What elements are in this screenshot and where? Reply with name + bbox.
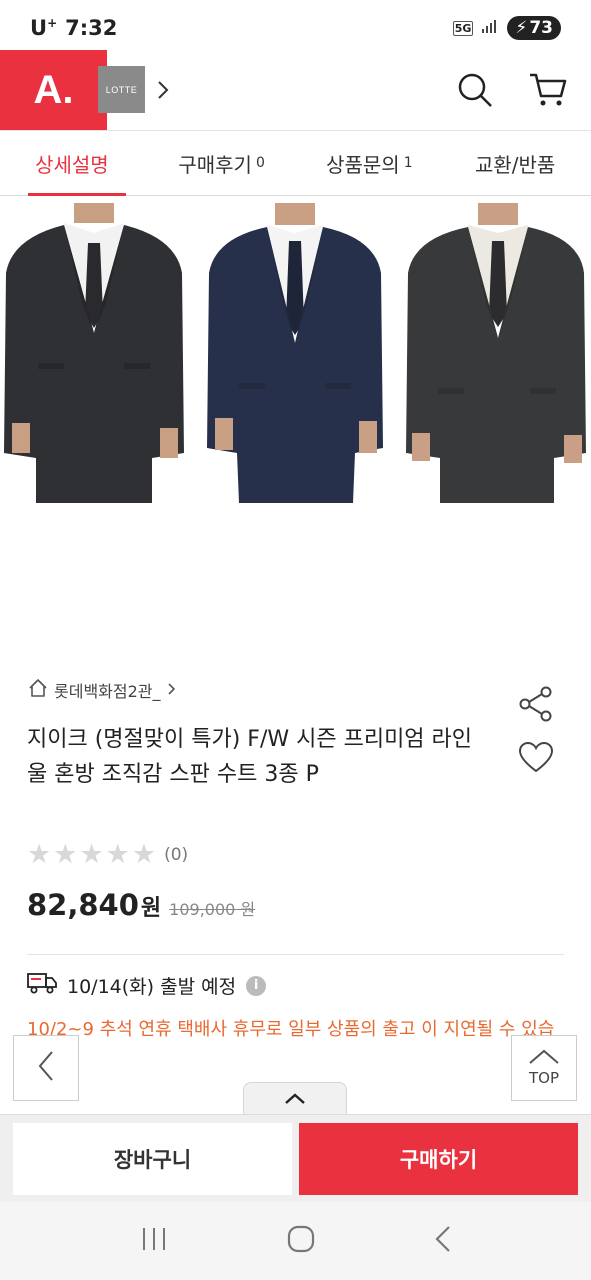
heart-icon[interactable] bbox=[518, 741, 554, 778]
status-bar: U+ 7:32 5G ⚡ 73 bbox=[0, 0, 591, 56]
carrier-label: U+ bbox=[30, 16, 58, 40]
chevron-right-icon bbox=[153, 80, 173, 100]
app-logo[interactable]: A. bbox=[0, 50, 107, 130]
home-icon bbox=[28, 678, 48, 702]
tab-description[interactable]: 상세설명 bbox=[0, 131, 148, 196]
shop-link[interactable]: 롯데백화점2관_ bbox=[28, 678, 177, 702]
purchase-bar: 장바구니 구매하기 bbox=[0, 1114, 591, 1202]
back-nav-icon[interactable] bbox=[434, 1225, 452, 1257]
suit-image-navy bbox=[203, 203, 388, 503]
product-title: 지이크 (명절맞이 특가) F/W 시즌 프리미엄 라인 울 혼방 조직감 스판… bbox=[27, 727, 473, 787]
rating-count: (0) bbox=[164, 845, 189, 865]
chevron-right-icon bbox=[167, 681, 177, 700]
chevron-left-icon bbox=[37, 1050, 55, 1086]
star-icon: ★ bbox=[79, 839, 104, 870]
recent-apps-icon[interactable] bbox=[140, 1226, 168, 1256]
search-icon[interactable] bbox=[457, 72, 493, 112]
original-price: 109,000 원 bbox=[169, 900, 256, 919]
brand-logo: LOTTE bbox=[98, 66, 145, 113]
truck-icon bbox=[27, 972, 57, 999]
scroll-top-button[interactable]: TOP bbox=[511, 1035, 577, 1101]
tab-inquiries[interactable]: 상품문의 1 bbox=[296, 131, 444, 195]
clock: 7:32 bbox=[65, 16, 118, 40]
price-unit: 원 bbox=[140, 896, 162, 921]
system-nav-bar bbox=[0, 1202, 591, 1280]
product-page: U+ 7:32 5G ⚡ 73 A. LOTTE 상세설명 구매후기 0 상품문… bbox=[0, 0, 591, 1280]
add-to-cart-button[interactable]: 장바구니 bbox=[13, 1123, 292, 1195]
app-header: A. LOTTE bbox=[0, 50, 591, 130]
star-icon: ★ bbox=[53, 839, 78, 870]
divider bbox=[27, 954, 564, 955]
chevron-up-icon bbox=[284, 1090, 306, 1109]
star-icon: ★ bbox=[27, 839, 52, 870]
holiday-notice: 10/2~9 추석 연휴 택배사 휴무로 일부 상품의 출고 이 지연될 수 있… bbox=[27, 1019, 555, 1072]
product-tabs: 상세설명 구매후기 0 상품문의 1 교환/반품 bbox=[0, 130, 591, 196]
tab-reviews[interactable]: 구매후기 0 bbox=[148, 131, 296, 195]
back-button[interactable] bbox=[13, 1035, 79, 1101]
product-image[interactable] bbox=[0, 203, 591, 503]
sale-price: 82,840 bbox=[27, 888, 139, 922]
star-icon: ★ bbox=[131, 839, 157, 870]
rating[interactable]: ★ ★ ★ ★ ★ (0) bbox=[27, 840, 188, 870]
top-label: TOP bbox=[528, 1069, 559, 1087]
brand-link[interactable]: LOTTE bbox=[98, 66, 173, 113]
suit-image-grey bbox=[404, 203, 589, 503]
signal-icon bbox=[481, 18, 499, 38]
info-icon[interactable]: i bbox=[246, 975, 267, 996]
suit-image-charcoal bbox=[2, 203, 187, 503]
tab-exchange-return[interactable]: 교환/반품 bbox=[443, 131, 591, 195]
star-icon: ★ bbox=[105, 839, 130, 870]
buy-now-button[interactable]: 구매하기 bbox=[299, 1123, 578, 1195]
shipping-info: 10/14(화) 출발 예정 i bbox=[27, 972, 267, 999]
shop-name: 롯데백화점2관_ bbox=[54, 682, 161, 701]
home-button-icon[interactable] bbox=[287, 1225, 315, 1257]
cart-icon[interactable] bbox=[529, 72, 567, 112]
share-icon[interactable] bbox=[518, 686, 554, 726]
ship-date: 10/14(화) 출발 예정 bbox=[67, 976, 237, 998]
network-label: 5G bbox=[452, 20, 474, 36]
price-block: 82,840 원 109,000 원 bbox=[27, 888, 255, 922]
chevron-up-icon bbox=[528, 1049, 560, 1069]
expand-button[interactable] bbox=[243, 1082, 347, 1116]
bolt-icon: ⚡ bbox=[515, 18, 528, 38]
battery-indicator: ⚡ 73 bbox=[507, 16, 561, 40]
